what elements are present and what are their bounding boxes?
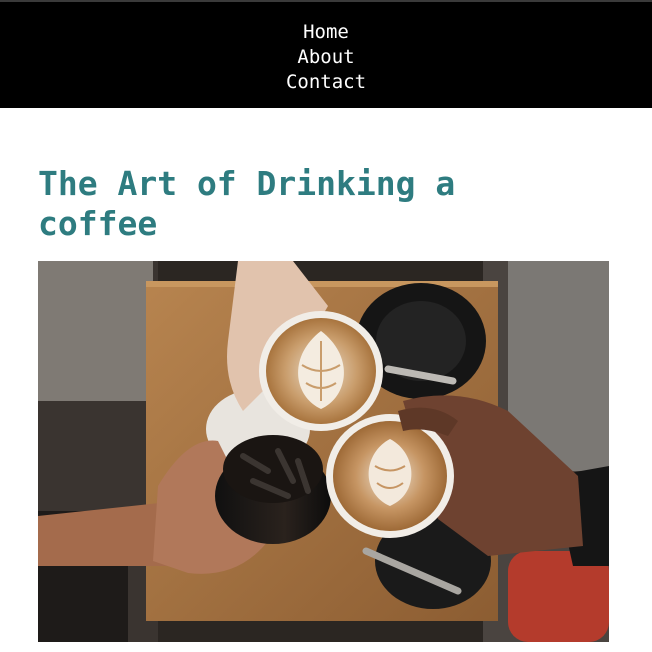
- nav-link-contact[interactable]: Contact: [286, 71, 366, 93]
- top-navigation-bar: Home About Contact: [0, 0, 652, 108]
- nav-item-contact: Contact: [0, 70, 652, 95]
- nav-link-about[interactable]: About: [297, 46, 354, 68]
- nav-link-home[interactable]: Home: [303, 21, 349, 43]
- nav-menu: Home About Contact: [0, 20, 652, 95]
- nav-item-about: About: [0, 45, 652, 70]
- nav-item-home: Home: [0, 20, 652, 45]
- hero-image: [38, 261, 609, 642]
- page-title: The Art of Drinking a coffee: [38, 164, 456, 243]
